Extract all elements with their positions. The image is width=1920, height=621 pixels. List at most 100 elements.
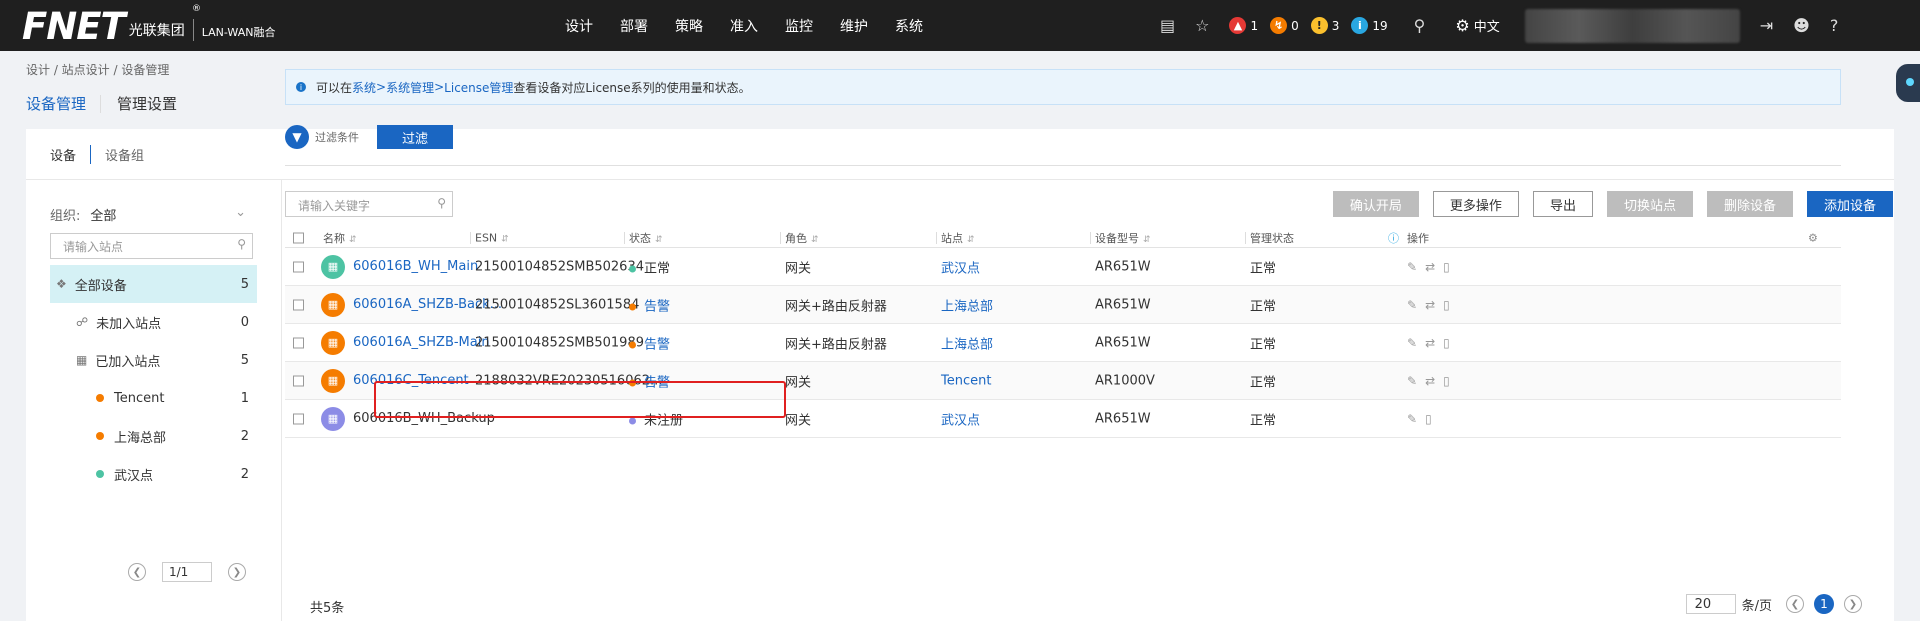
delete-icon[interactable]: ▯ — [1443, 336, 1458, 350]
prev-page-icon[interactable]: ❮ — [1786, 595, 1804, 613]
info-separator: > — [434, 80, 445, 94]
nav-maintain[interactable]: 维护 — [840, 16, 868, 36]
info-alarm[interactable]: i 19 — [1351, 17, 1388, 34]
tree-page-value: 1/1 — [169, 565, 189, 579]
system-management-link[interactable]: 系统管理 — [386, 79, 434, 96]
critical-alarm[interactable]: ▲ 1 — [1229, 17, 1258, 34]
header-site[interactable]: 站点 ⇵ — [941, 230, 975, 246]
status-dot — [629, 303, 636, 310]
row-checkbox[interactable] — [293, 299, 304, 310]
device-site-link[interactable]: 上海总部 — [941, 333, 993, 352]
tree-count: 5 — [240, 276, 249, 292]
tree-item-assigned[interactable]: ▦ 已加入站点 5 — [50, 341, 257, 379]
search-icon[interactable]: ⚲ — [1414, 16, 1426, 35]
row-checkbox[interactable] — [293, 261, 304, 272]
delete-icon[interactable]: ▯ — [1443, 260, 1458, 274]
company-name: 光联集团 — [128, 23, 185, 39]
tree-item-tencent[interactable]: Tencent 1 — [50, 379, 257, 417]
help-icon[interactable]: ? — [1830, 16, 1839, 35]
filter-button[interactable]: 过滤 — [377, 125, 453, 149]
edit-icon[interactable]: ✎ — [1407, 298, 1425, 312]
language-switch[interactable]: ⚙ 中文 — [1455, 16, 1499, 35]
task-list-icon[interactable]: ▤ — [1160, 16, 1175, 35]
license-management-link[interactable]: License管理 — [444, 79, 513, 96]
current-page[interactable]: 1 — [1814, 594, 1834, 614]
tree-item-shanghai[interactable]: 上海总部 2 — [50, 417, 257, 455]
header-model[interactable]: 设备型号 ⇵ — [1095, 230, 1151, 246]
table-row[interactable]: ▦ 606016B_WH_Main 21500104852SMB502634 正常… — [285, 248, 1841, 286]
more-actions-button[interactable]: 更多操作 — [1432, 191, 1519, 217]
delete-icon[interactable]: ▯ — [1443, 298, 1458, 312]
next-page-icon[interactable]: ❯ — [228, 563, 246, 581]
brand-logo[interactable]: FNET ® 光联集团 LAN-WAN融合 — [22, 4, 275, 46]
filter-icon[interactable]: ▼ — [285, 125, 309, 149]
device-name-link[interactable]: 606016A_SHZB-Main — [353, 335, 490, 350]
row-checkbox[interactable] — [293, 413, 304, 424]
row-checkbox[interactable] — [293, 375, 304, 386]
edit-icon[interactable]: ✎ — [1407, 260, 1425, 274]
prev-page-icon[interactable]: ❮ — [128, 563, 146, 581]
org-value: 全部 — [90, 209, 117, 224]
subtab-device-groups[interactable]: 设备组 — [105, 145, 158, 164]
minor-alarm[interactable]: ! 3 — [1310, 17, 1339, 34]
edit-icon[interactable]: ✎ — [1407, 336, 1425, 350]
delete-device-button[interactable]: 删除设备 — [1706, 191, 1793, 217]
device-site-link[interactable]: 武汉点 — [941, 409, 980, 428]
row-checkbox[interactable] — [293, 337, 304, 348]
tab-management-settings[interactable]: 管理设置 — [117, 95, 191, 113]
tree-item-all-devices[interactable]: ❖ 全部设备 5 — [50, 265, 257, 303]
device-name-link[interactable]: 606016B_WH_Main — [353, 259, 478, 274]
export-button[interactable]: 导出 — [1532, 191, 1593, 217]
confirm-deploy-button[interactable]: 确认开局 — [1332, 191, 1419, 217]
site-search-input[interactable]: 请输入站点 ⚲ — [50, 233, 253, 259]
table-row[interactable]: ▦ 606016A_SHZB-Main 21500104852SMB501989 … — [285, 324, 1841, 362]
nav-policy[interactable]: 策略 — [675, 16, 703, 36]
tree-page-select[interactable]: 1/1 — [162, 562, 212, 582]
device-model: AR651W — [1095, 297, 1151, 312]
logout-icon[interactable]: ⇥ — [1760, 16, 1773, 35]
major-alarm[interactable]: ↯ 0 — [1270, 17, 1299, 34]
replace-icon[interactable]: ⇄ — [1425, 260, 1443, 274]
star-icon[interactable]: ☆ — [1195, 16, 1209, 35]
device-site-link[interactable]: 武汉点 — [941, 257, 980, 276]
keyword-search-input[interactable]: 请输入关键字 ⚲ — [285, 191, 453, 217]
switch-site-button[interactable]: 切换站点 — [1606, 191, 1693, 217]
header-status[interactable]: 状态 ⇵ — [629, 230, 663, 246]
status-alarm-link[interactable]: 告警 — [644, 299, 670, 314]
table-row[interactable]: ▦ 606016A_SHZB-Back... 21500104852SL36015… — [285, 286, 1841, 324]
user-icon[interactable]: ☻ — [1793, 16, 1810, 35]
help-icon[interactable]: ⓘ — [1388, 230, 1399, 246]
select-all-checkbox[interactable] — [293, 232, 304, 243]
column-settings-icon[interactable]: ⚙ — [1808, 231, 1818, 244]
delete-icon[interactable]: ▯ — [1425, 412, 1440, 426]
add-device-button[interactable]: 添加设备 — [1806, 191, 1893, 217]
device-site-link[interactable]: Tencent — [941, 373, 991, 388]
subtab-devices[interactable]: 设备 — [50, 144, 92, 164]
tab-device-management[interactable]: 设备管理 — [26, 95, 102, 113]
delete-icon[interactable]: ▯ — [1443, 374, 1458, 388]
site-status-dot — [96, 470, 104, 478]
replace-icon[interactable]: ⇄ — [1425, 298, 1443, 312]
tree-item-wuhan[interactable]: 武汉点 2 — [50, 455, 257, 493]
org-selector[interactable]: 组织: 全部 ⌄ — [50, 205, 246, 224]
next-page-icon[interactable]: ❯ — [1844, 595, 1862, 613]
replace-icon[interactable]: ⇄ — [1425, 336, 1443, 350]
nav-deploy[interactable]: 部署 — [620, 16, 648, 36]
replace-icon[interactable]: ⇄ — [1425, 374, 1443, 388]
nav-admission[interactable]: 准入 — [730, 16, 758, 36]
header-name[interactable]: 名称 ⇵ — [323, 230, 357, 246]
nav-system[interactable]: 系统 — [895, 16, 923, 36]
unassigned-icon: ☍ — [76, 315, 89, 329]
header-esn[interactable]: ESN ⇵ — [475, 231, 509, 244]
status-alarm-link[interactable]: 告警 — [644, 337, 670, 352]
header-role[interactable]: 角色 ⇵ — [785, 230, 819, 246]
device-site-link[interactable]: 上海总部 — [941, 295, 993, 314]
tree-item-unassigned[interactable]: ☍ 未加入站点 0 — [50, 303, 257, 341]
nav-monitor[interactable]: 监控 — [785, 16, 813, 36]
page-size-select[interactable]: 20 — [1685, 594, 1736, 614]
edit-icon[interactable]: ✎ — [1407, 412, 1425, 426]
edit-icon[interactable]: ✎ — [1407, 374, 1425, 388]
nav-design[interactable]: 设计 — [565, 16, 593, 36]
assistant-robot-icon[interactable] — [1896, 64, 1920, 102]
system-link[interactable]: 系统 — [352, 79, 376, 96]
